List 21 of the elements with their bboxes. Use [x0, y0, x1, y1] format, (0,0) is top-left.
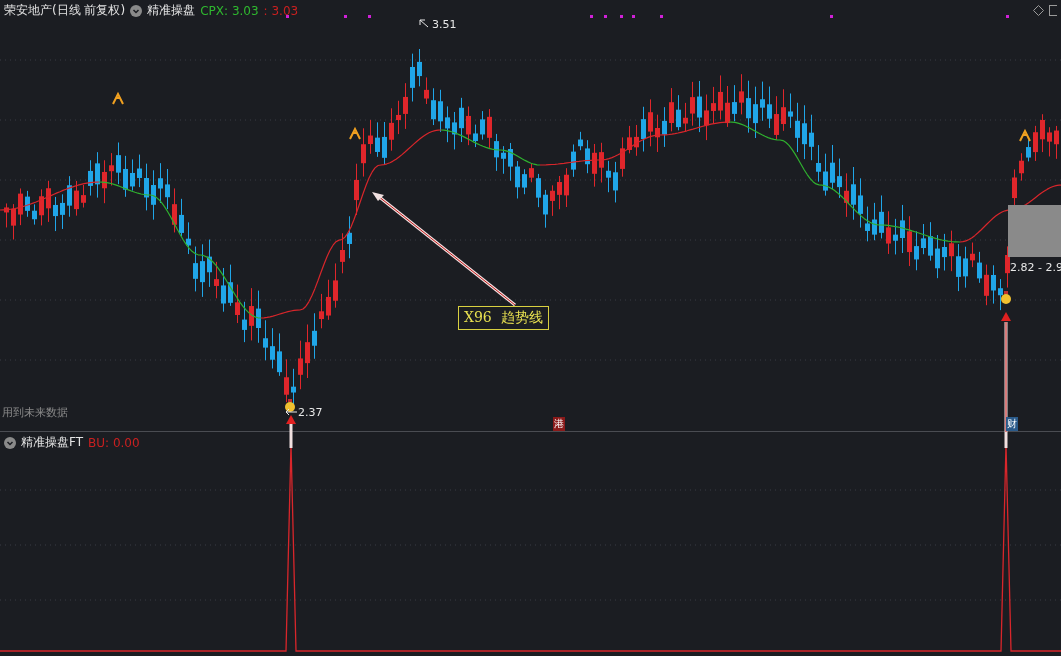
- pointer-icon: [285, 408, 298, 416]
- chevron-circle-icon[interactable]: [130, 4, 143, 17]
- chevron-circle-icon[interactable]: [4, 436, 16, 449]
- diamond-icon[interactable]: [1033, 5, 1044, 16]
- indicator-value: BU: 0.00: [88, 435, 140, 450]
- price-label: 3.51: [432, 18, 457, 31]
- indicator-value: CPX: 3.03: [200, 3, 259, 18]
- warning-text: 用到未来数据: [2, 405, 68, 420]
- money-bag-icon: [1001, 291, 1011, 304]
- indicator-value: : 3.03: [263, 3, 299, 18]
- marker-tag: 港: [553, 417, 565, 431]
- highlight-block: [1008, 205, 1061, 257]
- marker-tag: 财: [1006, 417, 1018, 431]
- annotation-label: X96 趋势线: [458, 306, 549, 330]
- pointer-icon: [419, 19, 429, 28]
- stock-title: 荣安地产(日线 前复权): [4, 2, 126, 19]
- price-label: 2.37: [298, 406, 323, 419]
- money-bag-icon: [285, 399, 295, 412]
- indicator-name: 精准操盘: [147, 2, 196, 19]
- up-arrow-icon: [286, 415, 296, 432]
- indicator-name: 精准操盘FT: [21, 434, 84, 451]
